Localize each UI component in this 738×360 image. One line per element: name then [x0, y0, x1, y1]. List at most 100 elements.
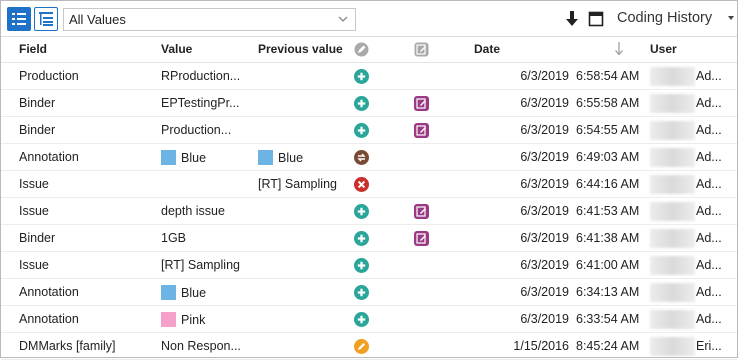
edit-document-icon[interactable] [414, 96, 429, 111]
column-header-user[interactable]: User [650, 42, 677, 56]
chevron-down-icon [338, 16, 348, 22]
previous-value-text: [RT] Sampling [258, 177, 337, 191]
user-cell: Ad... [696, 177, 722, 191]
time-cell: 6:41:53 AM [576, 204, 640, 218]
time-cell: 6:41:00 AM [576, 258, 640, 272]
value-cell: Blue [161, 150, 206, 165]
added-plus-icon [354, 312, 369, 327]
value-text: Pink [181, 313, 206, 327]
user-cell: Ad... [696, 285, 722, 299]
table-row[interactable]: Binder 1GB 6/3/2019 6:41:38 AM Ad... [1, 225, 737, 252]
value-cell: [RT] Sampling [161, 258, 240, 272]
field-cell: Issue [19, 204, 49, 218]
value-text: Blue [181, 151, 207, 165]
value-text: [RT] Sampling [161, 258, 240, 272]
field-cell: Annotation [19, 312, 79, 326]
time-cell: 6:54:55 AM [576, 123, 640, 137]
replaced-swap-icon [354, 150, 369, 165]
user-name-redacted [650, 337, 695, 356]
user-cell: Eri... [696, 339, 722, 353]
table-row[interactable]: Production RProduction... 6/3/2019 6:58:54 … [1, 63, 737, 90]
table-row[interactable]: Annotation Blue 6/3/2019 6:34:13 AM Ad... [1, 279, 737, 306]
added-plus-icon [354, 231, 369, 246]
field-cell: DMMarks [family] [19, 339, 116, 353]
color-swatch [161, 150, 176, 165]
value-filter-select[interactable]: All Values [63, 8, 356, 31]
user-name-redacted [650, 256, 695, 275]
user-name-redacted [650, 283, 695, 302]
field-cell: Issue [19, 258, 49, 272]
value-text: EPTestingPr... [161, 96, 240, 110]
coding-history-title[interactable]: Coding History [617, 10, 712, 26]
panel-icon[interactable] [588, 11, 604, 27]
table-row[interactable]: Issue [RT] Sampling 6/3/2019 6:44:16 AM Ad..… [1, 171, 737, 198]
user-name-redacted [650, 148, 695, 167]
list-view-button[interactable] [7, 7, 31, 31]
date-cell: 6/3/2019 [520, 123, 569, 137]
edit-document-icon[interactable] [414, 123, 429, 138]
table-row[interactable]: Annotation Pink 6/3/2019 6:33:54 AM Ad... [1, 306, 737, 333]
time-cell: 6:58:54 AM [576, 69, 640, 83]
previous-value-cell: Blue [258, 150, 303, 165]
value-cell: RProduction... [161, 69, 240, 83]
edit-icon[interactable] [414, 42, 429, 57]
value-text: Production... [161, 123, 232, 137]
color-swatch [161, 285, 176, 300]
sort-down-arrow-icon[interactable] [614, 41, 624, 57]
column-header-field[interactable]: Field [19, 42, 47, 56]
edit-document-icon[interactable] [414, 231, 429, 246]
user-cell: Ad... [696, 150, 722, 164]
user-name-redacted [650, 229, 695, 248]
field-cell: Production [19, 69, 79, 83]
field-cell: Binder [19, 96, 56, 110]
time-cell: 6:34:13 AM [576, 285, 640, 299]
user-cell: Ad... [696, 312, 722, 326]
column-header-date[interactable]: Date [474, 42, 500, 56]
date-cell: 1/15/2016 [513, 339, 569, 353]
previous-value-cell: [RT] Sampling [258, 177, 337, 191]
added-plus-icon [354, 69, 369, 84]
color-swatch [161, 312, 176, 327]
user-name-redacted [650, 310, 695, 329]
column-header-previous-value[interactable]: Previous value [258, 42, 343, 56]
date-cell: 6/3/2019 [520, 204, 569, 218]
added-plus-icon [354, 123, 369, 138]
list-view-icon [12, 13, 26, 25]
user-cell: Ad... [696, 231, 722, 245]
user-name-redacted [650, 121, 695, 140]
added-plus-icon [354, 204, 369, 219]
tree-view-icon [39, 12, 53, 26]
pencil-icon[interactable] [354, 42, 369, 57]
time-cell: 6:55:58 AM [576, 96, 640, 110]
edit-document-icon[interactable] [414, 204, 429, 219]
table-row[interactable]: Annotation Blue Blue 6/3/2019 6:49:03 AM Ad..… [1, 144, 737, 171]
date-cell: 6/3/2019 [520, 96, 569, 110]
download-icon[interactable] [565, 10, 579, 28]
table-row[interactable]: Issue depth issue 6/3/2019 6:41:53 AM Ad... [1, 198, 737, 225]
filter-selected-value: All Values [69, 12, 126, 27]
field-cell: Annotation [19, 285, 79, 299]
time-cell: 6:41:38 AM [576, 231, 640, 245]
table-row[interactable]: Binder Production... 6/3/2019 6:54:55 AM Ad.… [1, 117, 737, 144]
toolbar: All Values Coding History [1, 1, 737, 37]
value-text: depth issue [161, 204, 225, 218]
user-name-redacted [650, 202, 695, 221]
table-row[interactable]: Issue [RT] Sampling 6/3/2019 6:41:00 AM Ad..… [1, 252, 737, 279]
user-name-redacted [650, 94, 695, 113]
value-cell: Non Respon... [161, 339, 241, 353]
date-cell: 6/3/2019 [520, 150, 569, 164]
caret-down-icon[interactable] [728, 16, 734, 20]
table-row[interactable]: DMMarks [family] Non Respon... 1/15/2016 8:… [1, 333, 737, 360]
value-text: RProduction... [161, 69, 241, 83]
grid-header: Field Value Previous value Date User [1, 37, 737, 63]
date-cell: 6/3/2019 [520, 285, 569, 299]
added-plus-icon [354, 96, 369, 111]
user-name-redacted [650, 175, 695, 194]
tree-view-button[interactable] [34, 7, 58, 31]
added-plus-icon [354, 258, 369, 273]
value-text: Blue [181, 286, 207, 300]
date-cell: 6/3/2019 [520, 177, 569, 191]
value-text: 1GB [161, 231, 187, 245]
table-row[interactable]: Binder EPTestingPr... 6/3/2019 6:55:58 AM Ad… [1, 90, 737, 117]
column-header-value[interactable]: Value [161, 42, 192, 56]
